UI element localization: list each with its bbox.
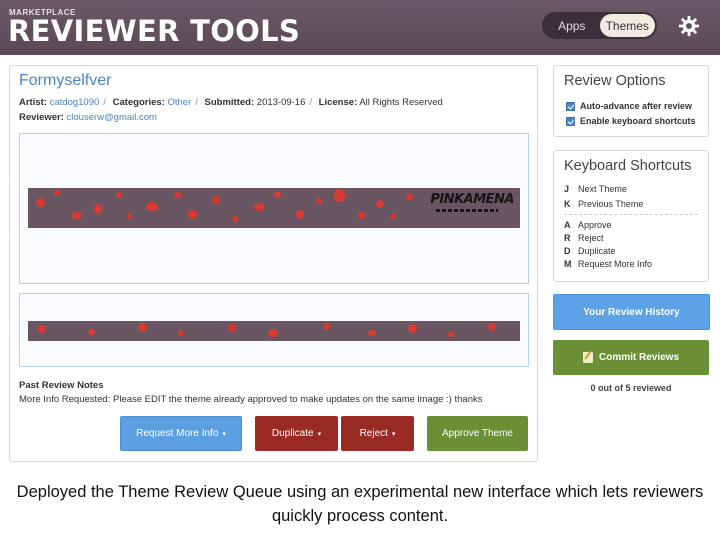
chevron-down-icon: ▾ [317,430,322,438]
theme-meta: Artist: catdog1090/ Categories: Other / S… [19,97,443,108]
duplicate-button[interactable]: Duplicate ▾ [255,416,338,451]
reviewer-link[interactable]: clouserw@gmail.com [67,112,157,123]
keyboard-shortcuts-heading: Keyboard Shortcuts [564,158,692,174]
license-value: All Rights Reserved [359,97,443,108]
shortcut-row: J Next Theme [564,184,627,194]
auto-advance-checkbox[interactable] [566,101,575,111]
section-switch: Apps Themes [542,12,657,39]
chevron-down-icon: ▾ [391,430,396,438]
tab-apps[interactable]: Apps [544,14,600,37]
shortcut-row: K Previous Theme [564,199,644,209]
artist-link[interactable]: catdog1090 [50,97,100,108]
footer-preview [19,293,529,367]
review-count: 0 out of 5 reviewed [590,383,672,393]
theme-title[interactable]: Formyselfver [19,72,111,90]
request-more-info-button[interactable]: Request More Info ▾ [120,416,242,451]
theme-review-card: Formyselfver Artist: catdog1090/ Categor… [9,65,538,462]
reject-button[interactable]: Reject ▾ [341,416,414,451]
keyboard-shortcuts-panel: Keyboard Shortcuts J Next Theme K Previous… [553,150,709,282]
shortcut-row: M Request More Info [564,259,653,269]
review-history-button[interactable]: Your Review History [553,294,710,330]
footer-image [28,321,520,341]
app-header: MARKETPLACE REVIEWER TOOLS Apps Themes [0,0,720,55]
pencil-note-icon [582,352,593,363]
reviewer-meta: Reviewer: clouserw@gmail.com [19,112,157,123]
gear-icon[interactable] [678,15,700,37]
auto-advance-option[interactable]: Auto-advance after review [566,101,692,111]
reviewer-label: Reviewer: [19,112,64,123]
shortcut-row: D Duplicate [564,246,616,256]
brand-title: REVIEWER TOOLS [8,14,301,48]
slide-caption: Deployed the Theme Review Queue using an… [16,483,704,525]
review-options-panel: Review Options Auto-advance after review… [553,65,709,137]
review-notes-heading: Past Review Notes [19,380,104,391]
preview-logo: PINKAMENA [430,192,514,207]
artist-label: Artist: [19,97,47,108]
keyboard-shortcuts-checkbox[interactable] [566,116,575,126]
license-label: License: [318,97,358,108]
header-image: PINKAMENA [28,188,520,228]
header-preview: PINKAMENA [19,133,529,284]
tab-themes[interactable]: Themes [599,14,655,37]
category-link[interactable]: Other [167,97,191,108]
submitted-date: 2013-09-16 [256,97,306,108]
submitted-label: Submitted: [204,97,255,108]
divider [564,214,698,215]
shortcut-row: A Approve [564,220,612,230]
review-options-heading: Review Options [564,73,666,89]
approve-theme-button[interactable]: Approve Theme [427,416,528,451]
commit-reviews-button[interactable]: Commit Reviews [553,340,709,375]
keyboard-shortcuts-option[interactable]: Enable keyboard shortcuts [566,116,696,126]
review-notes-text: More Info Requested: Please EDIT the the… [19,394,483,405]
chevron-down-icon: ▾ [222,430,226,438]
shortcut-row: R Reject [564,233,604,243]
categories-label: Categories: [112,97,165,108]
